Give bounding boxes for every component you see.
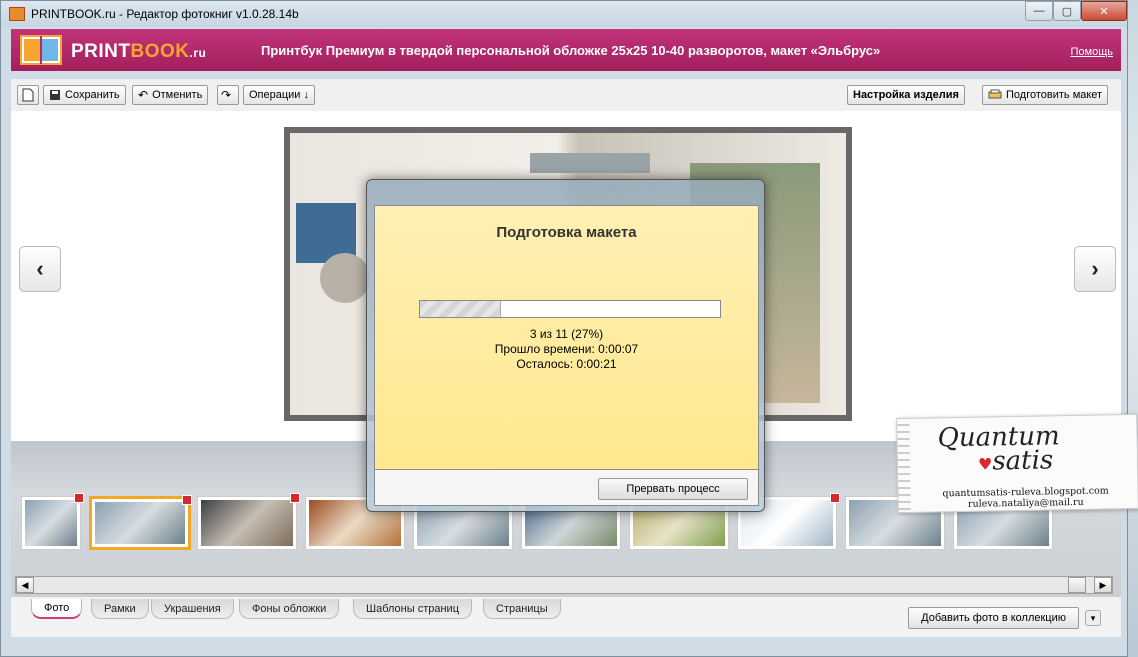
heart-icon: ♥ xyxy=(977,454,993,474)
scrollbar-thumb[interactable] xyxy=(1068,577,1086,593)
spread-clock-decor xyxy=(320,253,370,303)
tab-frames[interactable]: Рамки xyxy=(91,599,149,619)
logo-book-icon xyxy=(20,35,62,65)
undo-button[interactable]: ↶ Отменить xyxy=(132,85,209,105)
scroll-left-icon[interactable]: ◀ xyxy=(16,577,34,593)
new-document-button[interactable] xyxy=(17,85,39,105)
window-titlebar[interactable]: PRINTBOOK.ru - Редактор фотокниг v1.0.28… xyxy=(1,1,1127,27)
undo-icon: ↶ xyxy=(138,88,149,102)
expand-chevron-icon[interactable]: ▾ xyxy=(1085,610,1101,626)
spread-photo-strip xyxy=(530,153,650,173)
thumbnail[interactable] xyxy=(21,493,84,550)
logo-text: PRINTBOOK.ru xyxy=(71,41,206,63)
remaining-time: Осталось: 0:00:21 xyxy=(516,357,617,371)
watermark-stamp: Quantum ♥satis quantumsatis-ruleva.blogs… xyxy=(896,413,1138,514)
app-header: PRINTBOOK.ru Принтбук Премиум в твердой … xyxy=(11,29,1121,71)
logo-ru: .ru xyxy=(189,46,207,60)
tab-page-templates[interactable]: Шаблоны страниц xyxy=(353,599,472,619)
tab-cover-backgrounds[interactable]: Фоны обложки xyxy=(239,599,340,619)
thumbnail-image xyxy=(25,500,77,546)
watermark-logo: Quantum ♥satis xyxy=(937,421,1060,477)
thumbnail-image xyxy=(201,500,293,546)
progress-bar xyxy=(419,300,721,318)
progress-dialog-footer: Прервать процесс xyxy=(374,470,759,506)
watermark-script-2: satis xyxy=(992,445,1054,477)
save-icon xyxy=(50,90,60,100)
cancel-process-button[interactable]: Прервать процесс xyxy=(598,478,748,500)
product-settings-button[interactable]: Настройка изделия xyxy=(847,85,965,105)
maximize-button[interactable]: ▢ xyxy=(1053,1,1081,21)
remove-thumbnail-icon[interactable] xyxy=(830,493,840,503)
elapsed-time: Прошло времени: 0:00:07 xyxy=(494,342,639,356)
watermark-torn-edge xyxy=(897,418,911,513)
redo-icon: ↷ xyxy=(221,88,232,102)
desktop-background xyxy=(1128,0,1138,657)
undo-label: Отменить xyxy=(152,89,203,101)
progress-dialog-body: Подготовка макета 3 из 11 (27%) Прошло в… xyxy=(374,205,759,470)
operations-button[interactable]: Операции ↓ xyxy=(243,85,316,105)
tab-photo[interactable]: Фото xyxy=(31,599,83,619)
prev-spread-button[interactable]: ‹ xyxy=(19,246,61,292)
prepare-layout-icon xyxy=(988,89,1002,99)
progress-bar-fill xyxy=(420,301,501,317)
bottom-tabs-bar: Фото Рамки Украшения Фоны обложки Шаблон… xyxy=(11,597,1121,637)
watermark-email: ruleva.nataliya@mail.ru xyxy=(967,496,1084,510)
help-link[interactable]: Помощь xyxy=(1071,46,1114,58)
tab-pages[interactable]: Страницы xyxy=(483,599,561,619)
progress-count: 3 из 11 (27%) xyxy=(529,327,604,341)
thumbnail-image xyxy=(95,502,185,544)
dialog-title: Подготовка макета xyxy=(496,224,637,241)
logo-print: PRINT xyxy=(71,41,131,62)
save-label: Сохранить xyxy=(65,89,120,101)
prepare-layout-label: Подготовить макет xyxy=(1006,89,1103,101)
prepare-layout-button[interactable]: Подготовить макет xyxy=(982,85,1109,105)
window-controls: — ▢ ✕ xyxy=(1025,1,1127,21)
progress-info: 3 из 11 (27%) Прошло времени: 0:00:07 Ос… xyxy=(375,327,758,372)
minimize-button[interactable]: — xyxy=(1025,1,1053,21)
logo-book: BOOK xyxy=(130,41,190,62)
remove-thumbnail-icon[interactable] xyxy=(182,495,192,505)
toolbar: Сохранить ↶ Отменить ↷ Операции ↓ Настро… xyxy=(11,79,1121,111)
next-spread-button[interactable]: › xyxy=(1074,246,1116,292)
add-to-collection-button[interactable]: Добавить фото в коллекцию xyxy=(908,607,1079,629)
save-button[interactable]: Сохранить xyxy=(43,85,126,105)
product-title: Принтбук Премиум в твердой персональной … xyxy=(261,43,881,58)
redo-button[interactable]: ↷ xyxy=(217,85,239,105)
tab-decorations[interactable]: Украшения xyxy=(151,599,234,619)
window-title: PRINTBOOK.ru - Редактор фотокниг v1.0.28… xyxy=(31,7,299,21)
scroll-right-icon[interactable]: ▶ xyxy=(1094,577,1112,593)
thumbnail[interactable] xyxy=(197,493,300,550)
thumbnail-selected[interactable] xyxy=(89,495,192,550)
remove-thumbnail-icon[interactable] xyxy=(290,493,300,503)
app-icon xyxy=(9,7,25,21)
watermark-contacts: quantumsatis-ruleva.blogspot.com ruleva.… xyxy=(942,485,1109,510)
new-document-icon xyxy=(22,88,34,102)
close-button[interactable]: ✕ xyxy=(1081,1,1127,21)
thumbnail-scrollbar[interactable]: ◀ ▶ xyxy=(15,576,1113,594)
remove-thumbnail-icon[interactable] xyxy=(74,493,84,503)
